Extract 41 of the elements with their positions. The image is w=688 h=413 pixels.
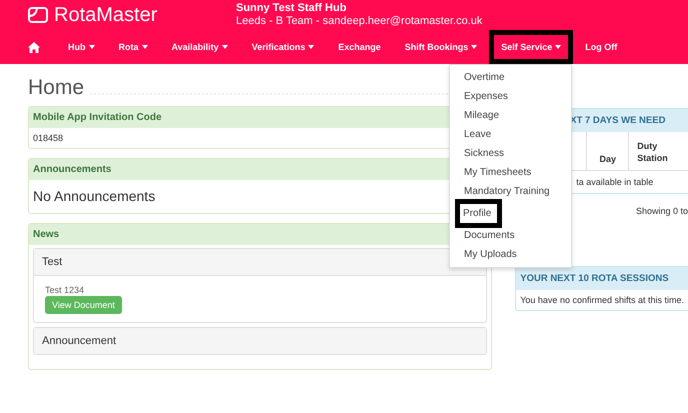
caret-icon: [555, 45, 562, 49]
page-title: Home: [28, 76, 84, 100]
logo-icon: [28, 7, 48, 23]
menu-item[interactable]: My Uploads: [462, 245, 519, 264]
menu-item[interactable]: Documents: [462, 226, 517, 245]
invitation-code: 018458: [33, 133, 64, 143]
nav-item[interactable]: Verifications: [240, 30, 326, 64]
hub-subtitle: Leeds - B Team - sandeep.heer@rotamaster.co.uk: [236, 15, 482, 28]
nav-item[interactable]: Self Service: [489, 30, 574, 64]
rota-message: You have no confirmed shifts at this time.: [519, 294, 685, 307]
news-title[interactable]: Test: [42, 256, 62, 268]
empty-row: ta available in table: [576, 177, 654, 187]
nav-item[interactable]: Rota: [106, 30, 160, 64]
menu-item[interactable]: Expenses: [462, 87, 510, 106]
nav-item[interactable]: Availability: [160, 30, 240, 64]
nav-item[interactable]: Shift Bookings: [392, 30, 490, 64]
menu-item[interactable]: Sickness: [462, 144, 506, 163]
caret-icon: [471, 45, 478, 49]
caret-icon: [88, 45, 94, 49]
menu-item[interactable]: Mileage: [462, 106, 502, 125]
news-title[interactable]: Announcement: [42, 335, 116, 347]
menu-item[interactable]: Leave: [462, 125, 494, 144]
column-header: Day: [587, 132, 630, 170]
caret-icon: [142, 45, 148, 49]
menu-item[interactable]: Mandatory Training: [462, 182, 552, 201]
home-icon[interactable]: [28, 42, 40, 52]
menu-item[interactable]: Overtime: [462, 68, 507, 87]
logo-text: RotaMaster: [54, 4, 158, 26]
table-info: Showing 0 to: [634, 205, 688, 216]
column-header: Duty Station: [636, 140, 669, 165]
nav-item[interactable]: Log Off: [573, 30, 630, 64]
news-text: Test 1234: [45, 286, 86, 295]
announcements-message: No Announcements: [33, 188, 156, 204]
panel-heading: YOUR NEXT 10 ROTA SESSIONS: [516, 267, 688, 290]
menu-item[interactable]: Profile: [455, 199, 502, 228]
menu-item[interactable]: My Timesheets: [462, 163, 534, 182]
hub-title: Sunny Test Staff Hub: [236, 2, 348, 15]
nav-item[interactable]: Hub: [56, 30, 106, 64]
caret-icon: [222, 45, 228, 49]
caret-icon: [308, 45, 314, 49]
nav-item[interactable]: Exchange: [326, 30, 393, 64]
